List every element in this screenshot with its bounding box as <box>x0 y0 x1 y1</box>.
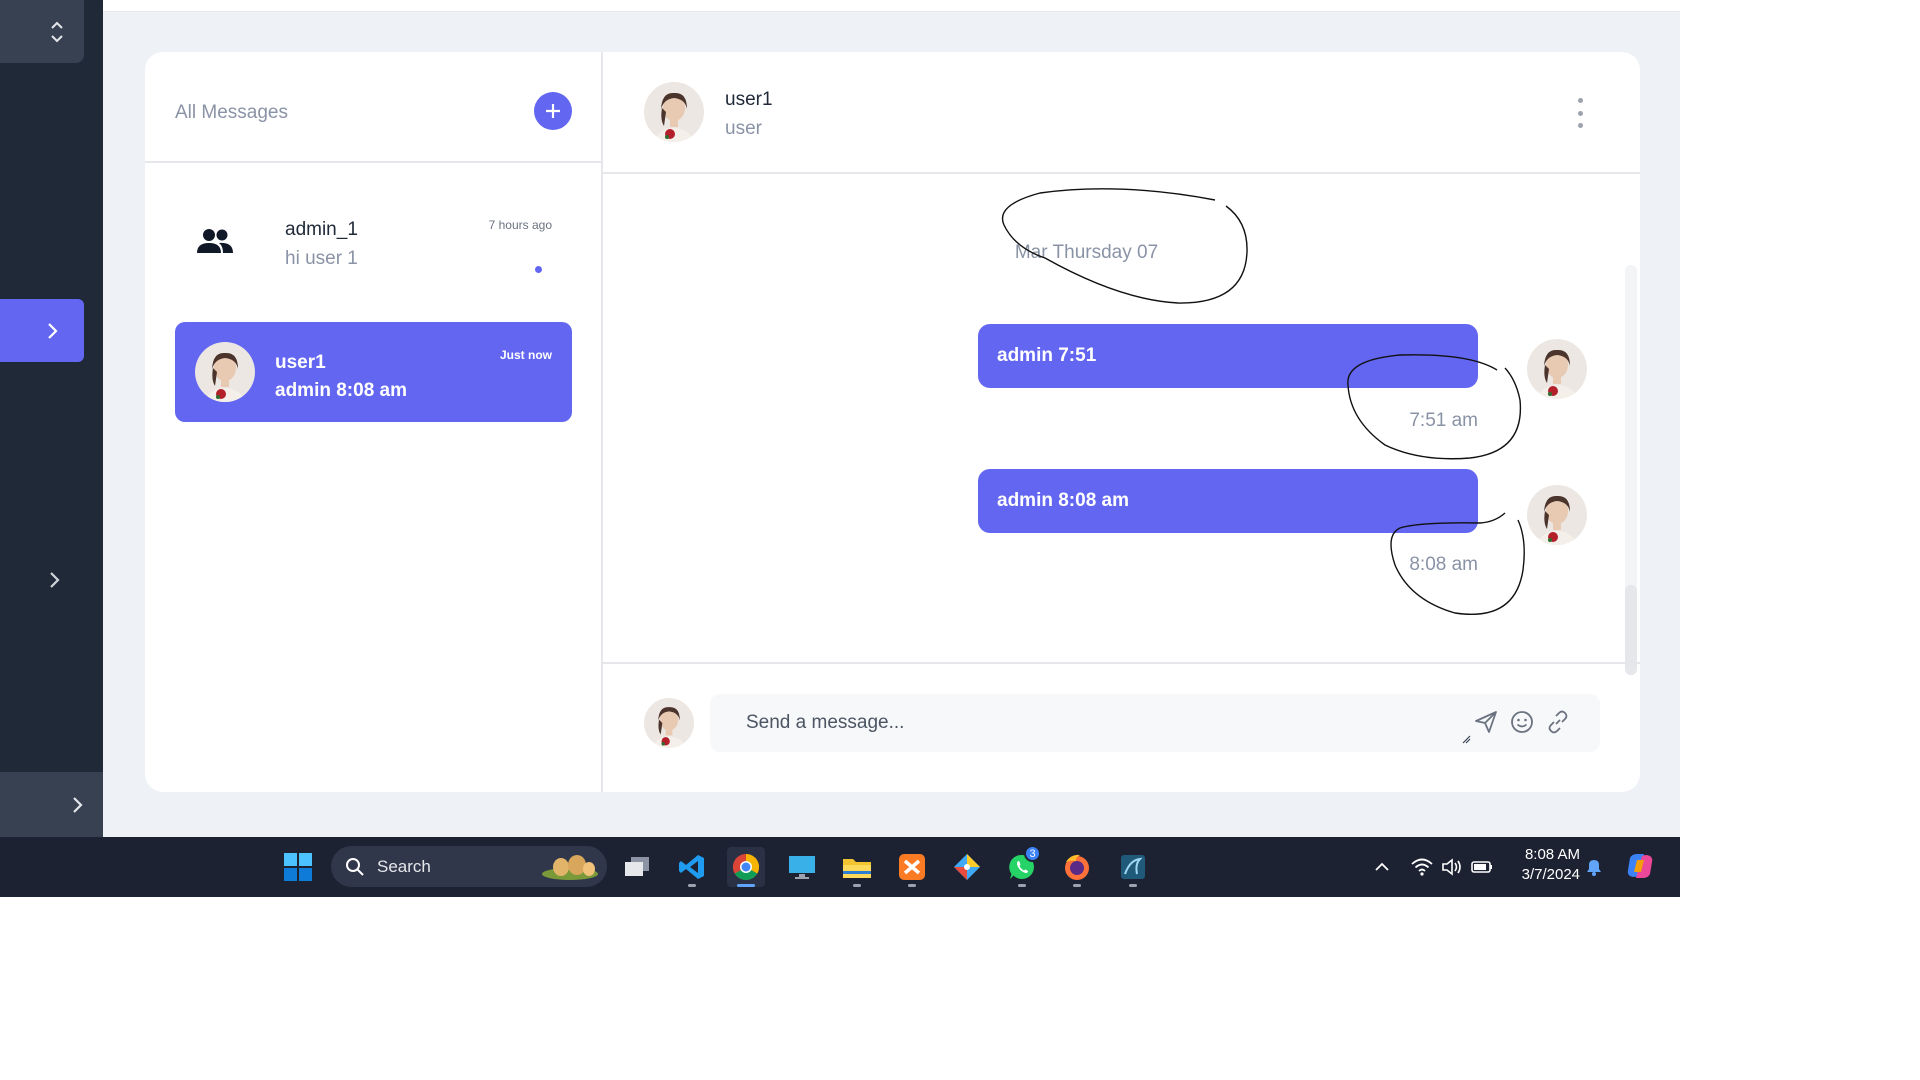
battery-icon[interactable] <box>1470 853 1494 881</box>
conversation-time: Just now <box>499 348 552 362</box>
system-clock[interactable]: 8:08 AM 3/7/2024 <box>1505 845 1580 885</box>
clock-time: 8:08 AM <box>1524 846 1580 863</box>
avatar <box>195 342 255 402</box>
screen: All Messages admin_1 hi user 1 7 hours a… <box>0 0 1920 1080</box>
notification-badge: 3 <box>1024 845 1041 862</box>
app-window: All Messages admin_1 hi user 1 7 hours a… <box>0 0 1680 837</box>
file-explorer-icon[interactable] <box>838 847 876 887</box>
sidebar <box>0 0 103 837</box>
group-icon <box>197 229 233 253</box>
windows-taskbar: Search 3 8:08 AM 3/7/2024 <box>0 837 1680 897</box>
chevron-right-icon <box>48 322 58 339</box>
chat-contact-name: user1 <box>725 89 773 110</box>
avatar <box>1527 339 1587 399</box>
message-composer <box>603 662 1640 792</box>
resize-grip-icon[interactable] <box>1461 734 1471 744</box>
top-bar <box>103 0 1680 12</box>
mysql-workbench-icon[interactable] <box>1114 847 1152 887</box>
chevron-right-icon <box>50 572 60 588</box>
sidebar-item-active[interactable] <box>0 299 84 362</box>
composer-actions <box>1473 709 1571 735</box>
message-scrollbar[interactable] <box>1625 265 1637 675</box>
link-icon[interactable] <box>1545 709 1571 735</box>
vscode-icon[interactable] <box>673 847 711 887</box>
chevron-up-icon[interactable] <box>1372 853 1392 881</box>
new-conversation-button[interactable] <box>534 92 572 130</box>
chat-header: user1 user <box>603 52 1640 174</box>
plus-icon <box>546 104 560 118</box>
sidebar-item-expand[interactable] <box>40 560 70 600</box>
task-view-icon[interactable] <box>618 847 656 887</box>
all-messages-title: All Messages <box>175 102 288 123</box>
sidebar-toggle-button[interactable] <box>0 0 84 63</box>
taskbar-search[interactable]: Search <box>331 846 607 887</box>
message-time: 8:08 am <box>1409 554 1478 575</box>
whatsapp-icon[interactable]: 3 <box>1003 845 1041 887</box>
sort-arrows-icon <box>51 21 63 42</box>
conversation-preview: hi user 1 <box>285 248 358 269</box>
sidebar-collapse-button[interactable] <box>0 772 103 837</box>
conversation-item-user1[interactable]: user1 admin 8:08 am Just now <box>175 322 572 422</box>
conversation-preview: admin 8:08 am <box>275 380 407 401</box>
unread-indicator <box>535 266 542 273</box>
volume-icon[interactable] <box>1440 853 1464 881</box>
avatar <box>644 698 694 748</box>
conversation-time: 7 hours ago <box>488 218 552 232</box>
copilot-icon[interactable] <box>1624 850 1656 882</box>
chat-panel: user1 user Mar Thursday 07 admin 7:51 7:… <box>603 52 1640 792</box>
conversation-name: admin_1 <box>285 219 358 240</box>
chat-card: All Messages admin_1 hi user 1 7 hours a… <box>145 52 1640 792</box>
chrome-icon[interactable] <box>727 847 765 887</box>
git-icon[interactable] <box>948 847 986 887</box>
conversation-item-admin_1[interactable]: admin_1 hi user 1 7 hours ago <box>175 202 572 302</box>
send-icon[interactable] <box>1473 709 1499 735</box>
message-thread: Mar Thursday 07 admin 7:51 7:51 am admin… <box>603 174 1640 662</box>
search-icon <box>346 857 364 876</box>
notification-bell-icon[interactable] <box>1583 853 1605 881</box>
chevron-right-icon <box>73 796 83 813</box>
remote-desktop-icon[interactable] <box>783 847 821 887</box>
message-bubble: admin 7:51 <box>978 324 1478 388</box>
xampp-icon[interactable] <box>893 847 931 887</box>
search-highlight-icon <box>542 855 598 880</box>
kebab-menu-icon[interactable] <box>1568 98 1592 128</box>
avatar <box>1527 485 1587 545</box>
firefox-icon[interactable] <box>1058 847 1096 887</box>
windows-start-icon[interactable] <box>283 852 313 882</box>
conversation-list-panel: All Messages admin_1 hi user 1 7 hours a… <box>145 52 603 792</box>
clock-date: 3/7/2024 <box>1521 866 1580 883</box>
message-time: 7:51 am <box>1409 410 1478 431</box>
conversation-list-header: All Messages <box>145 52 603 163</box>
search-label: Search <box>377 856 431 876</box>
chat-contact-role: user <box>725 118 762 139</box>
emoji-icon[interactable] <box>1509 709 1535 735</box>
date-separator: Mar Thursday 07 <box>1014 242 1159 263</box>
message-bubble: admin 8:08 am <box>978 469 1478 533</box>
avatar[interactable] <box>644 82 704 142</box>
wifi-icon[interactable] <box>1410 853 1434 881</box>
conversation-name: user1 <box>275 352 326 373</box>
